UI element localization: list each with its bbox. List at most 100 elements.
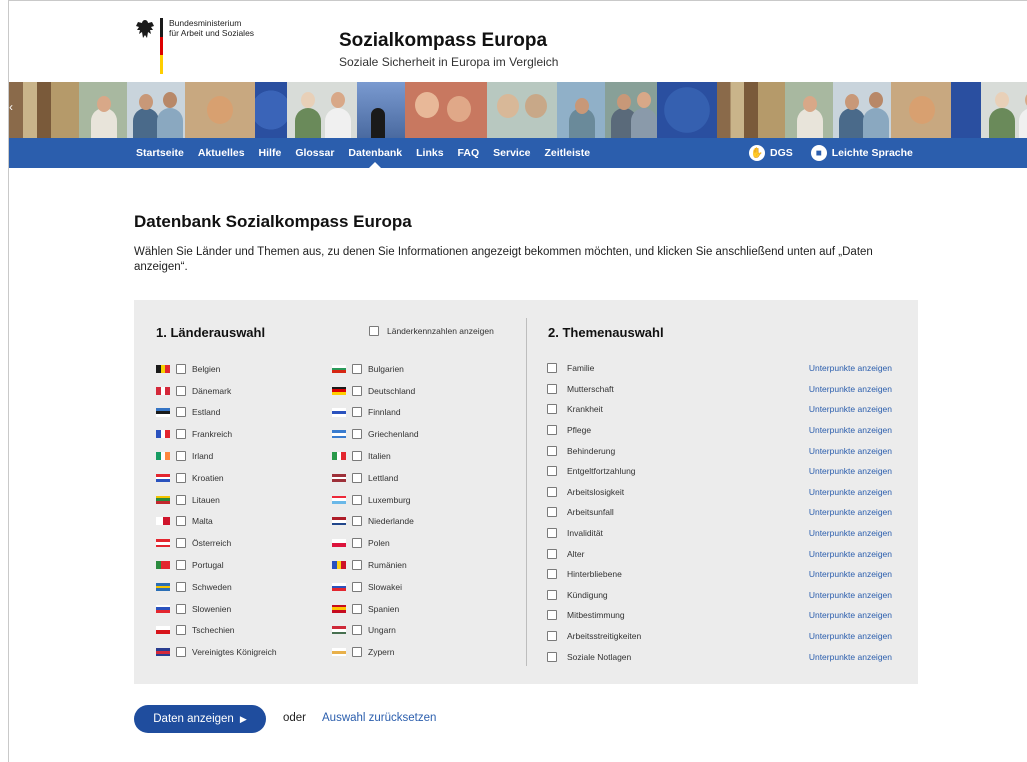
nav-dgs[interactable]: DGS xyxy=(770,147,793,159)
country-checkbox[interactable] xyxy=(176,451,186,462)
country-checkbox[interactable] xyxy=(352,603,362,614)
country-checkbox[interactable] xyxy=(352,451,362,462)
country-option[interactable]: Dänemark xyxy=(156,380,277,402)
site-title[interactable]: Sozialkompass Europa xyxy=(339,30,547,52)
country-option[interactable]: Bulgarien xyxy=(332,358,419,380)
nav-startseite[interactable]: Startseite xyxy=(136,147,184,159)
topic-label[interactable]: Arbeitslosigkeit xyxy=(567,487,809,497)
topic-label[interactable]: Pflege xyxy=(567,425,809,435)
country-checkbox[interactable] xyxy=(176,560,186,571)
country-option[interactable]: Kroatien xyxy=(156,467,277,489)
nav-datenbank[interactable]: Datenbank xyxy=(348,147,402,168)
show-subtopics-link[interactable]: Unterpunkte anzeigen xyxy=(809,549,892,559)
country-codes-toggle[interactable]: Länderkennzahlen anzeigen xyxy=(369,326,494,336)
sign-language-icon[interactable]: ✋ xyxy=(749,145,765,161)
country-checkbox[interactable] xyxy=(176,516,186,527)
topic-checkbox[interactable] xyxy=(547,507,557,518)
country-option[interactable]: Italien xyxy=(332,445,419,467)
nav-leichte-sprache[interactable]: Leichte Sprache xyxy=(832,147,913,159)
nav-links[interactable]: Links xyxy=(416,147,443,159)
topic-checkbox[interactable] xyxy=(547,569,557,580)
reset-selection-link[interactable]: Auswahl zurücksetzen xyxy=(322,712,436,724)
country-option[interactable]: Tschechien xyxy=(156,620,277,642)
country-option[interactable]: Slowakei xyxy=(332,576,419,598)
topic-label[interactable]: Krankheit xyxy=(567,404,809,414)
nav-glossar[interactable]: Glossar xyxy=(295,147,334,159)
show-subtopics-link[interactable]: Unterpunkte anzeigen xyxy=(809,384,892,394)
country-checkbox[interactable] xyxy=(352,581,362,592)
show-subtopics-link[interactable]: Unterpunkte anzeigen xyxy=(809,528,892,538)
nav-aktuelles[interactable]: Aktuelles xyxy=(198,147,245,159)
topic-checkbox[interactable] xyxy=(547,651,557,662)
country-checkbox[interactable] xyxy=(176,581,186,592)
country-option[interactable]: Vereinigtes Königreich xyxy=(156,641,277,663)
country-option[interactable]: Slowenien xyxy=(156,598,277,620)
show-subtopics-link[interactable]: Unterpunkte anzeigen xyxy=(809,610,892,620)
country-checkbox[interactable] xyxy=(352,625,362,636)
show-subtopics-link[interactable]: Unterpunkte anzeigen xyxy=(809,652,892,662)
show-subtopics-link[interactable]: Unterpunkte anzeigen xyxy=(809,590,892,600)
country-checkbox[interactable] xyxy=(352,429,362,440)
topic-label[interactable]: Behinderung xyxy=(567,446,809,456)
country-checkbox[interactable] xyxy=(176,429,186,440)
show-subtopics-link[interactable]: Unterpunkte anzeigen xyxy=(809,466,892,476)
show-subtopics-link[interactable]: Unterpunkte anzeigen xyxy=(809,425,892,435)
topic-label[interactable]: Invalidität xyxy=(567,528,809,538)
topic-checkbox[interactable] xyxy=(547,445,557,456)
country-checkbox[interactable] xyxy=(352,647,362,658)
country-option[interactable]: Frankreich xyxy=(156,423,277,445)
topic-checkbox[interactable] xyxy=(547,631,557,642)
country-checkbox[interactable] xyxy=(352,494,362,505)
show-subtopics-link[interactable]: Unterpunkte anzeigen xyxy=(809,363,892,373)
country-checkbox[interactable] xyxy=(176,494,186,505)
country-option[interactable]: Österreich xyxy=(156,532,277,554)
country-option[interactable]: Deutschland xyxy=(332,380,419,402)
country-checkbox[interactable] xyxy=(352,538,362,549)
topic-checkbox[interactable] xyxy=(547,363,557,374)
country-checkbox[interactable] xyxy=(352,363,362,374)
country-checkbox[interactable] xyxy=(352,472,362,483)
topic-checkbox[interactable] xyxy=(547,486,557,497)
topic-checkbox[interactable] xyxy=(547,425,557,436)
topic-checkbox[interactable] xyxy=(547,383,557,394)
nav-service[interactable]: Service xyxy=(493,147,530,159)
country-checkbox[interactable] xyxy=(352,407,362,418)
topic-label[interactable]: Soziale Notlagen xyxy=(567,652,809,662)
country-checkbox[interactable] xyxy=(176,538,186,549)
country-option[interactable]: Zypern xyxy=(332,641,419,663)
show-subtopics-link[interactable]: Unterpunkte anzeigen xyxy=(809,446,892,456)
nav-faq[interactable]: FAQ xyxy=(458,147,480,159)
country-option[interactable]: Estland xyxy=(156,402,277,424)
country-option[interactable]: Spanien xyxy=(332,598,419,620)
ministry-logo[interactable]: Bundesministerium für Arbeit und Soziale… xyxy=(134,18,289,75)
country-option[interactable]: Luxemburg xyxy=(332,489,419,511)
topic-label[interactable]: Hinterbliebene xyxy=(567,569,809,579)
country-option[interactable]: Rumänien xyxy=(332,554,419,576)
country-option[interactable]: Irland xyxy=(156,445,277,467)
topic-checkbox[interactable] xyxy=(547,589,557,600)
show-subtopics-link[interactable]: Unterpunkte anzeigen xyxy=(809,487,892,497)
nav-zeitleiste[interactable]: Zeitleiste xyxy=(545,147,591,159)
country-checkbox[interactable] xyxy=(352,560,362,571)
topic-label[interactable]: Mitbestimmung xyxy=(567,610,809,620)
country-checkbox[interactable] xyxy=(176,407,186,418)
country-option[interactable]: Belgien xyxy=(156,358,277,380)
topic-label[interactable]: Arbeitsunfall xyxy=(567,507,809,517)
topic-label[interactable]: Alter xyxy=(567,549,809,559)
country-option[interactable]: Schweden xyxy=(156,576,277,598)
country-option[interactable]: Polen xyxy=(332,532,419,554)
country-option[interactable]: Ungarn xyxy=(332,620,419,642)
topic-checkbox[interactable] xyxy=(547,466,557,477)
country-option[interactable]: Finnland xyxy=(332,402,419,424)
strip-prev-arrow-icon[interactable]: ‹ xyxy=(9,100,13,114)
show-subtopics-link[interactable]: Unterpunkte anzeigen xyxy=(809,507,892,517)
topic-label[interactable]: Mutterschaft xyxy=(567,384,809,394)
country-option[interactable]: Litauen xyxy=(156,489,277,511)
topic-checkbox[interactable] xyxy=(547,528,557,539)
country-checkbox[interactable] xyxy=(176,363,186,374)
topic-checkbox[interactable] xyxy=(547,404,557,415)
topic-label[interactable]: Arbeitsstreitigkeiten xyxy=(567,631,809,641)
country-checkbox[interactable] xyxy=(176,385,186,396)
show-subtopics-link[interactable]: Unterpunkte anzeigen xyxy=(809,404,892,414)
country-option[interactable]: Lettland xyxy=(332,467,419,489)
